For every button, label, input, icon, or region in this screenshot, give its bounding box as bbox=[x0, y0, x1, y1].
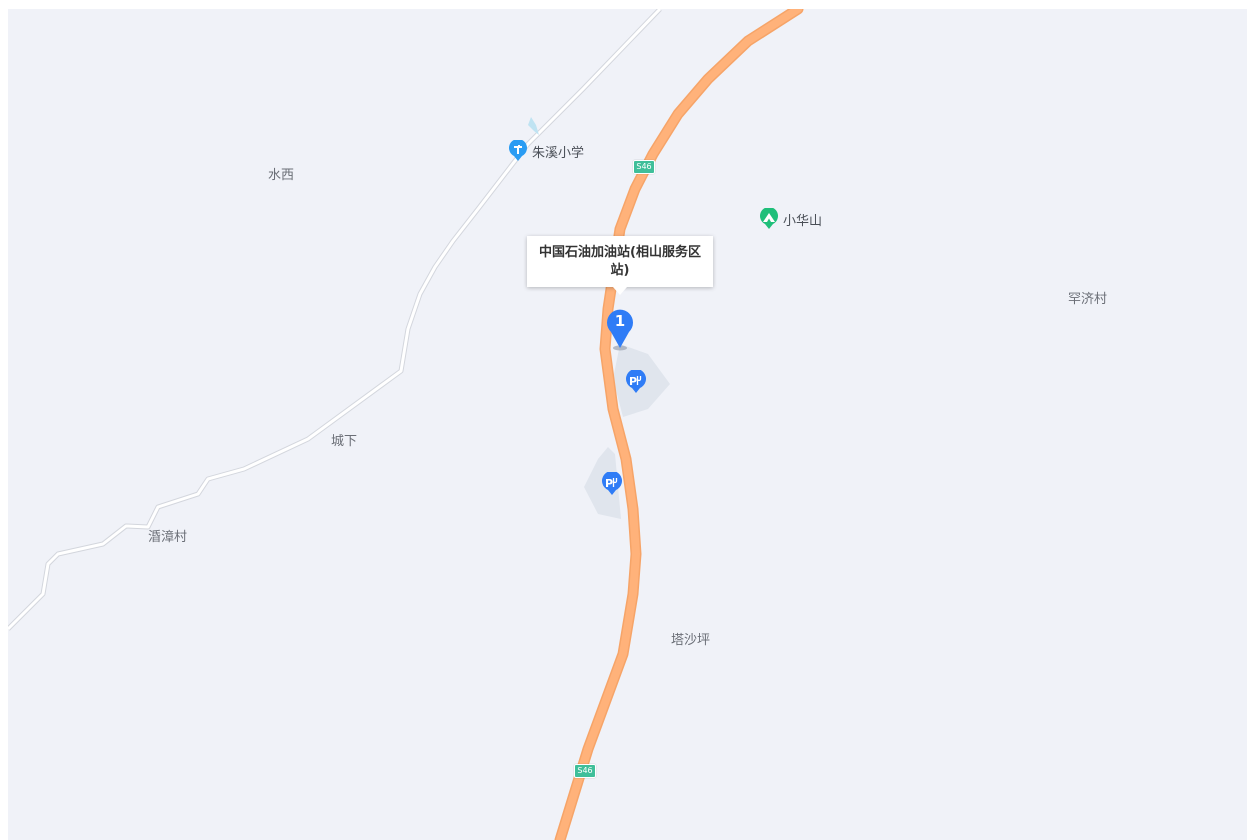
poi-label: 小华山 bbox=[783, 213, 823, 229]
road-shield-s46: S46 bbox=[633, 160, 655, 174]
marker-infowindow[interactable]: 中国石油加油站(相山服务区站) bbox=[527, 236, 713, 295]
poi-label: 朱溪小学 bbox=[532, 145, 585, 161]
poi-zhuxi-school[interactable]: 朱溪小学 bbox=[508, 140, 584, 162]
infowindow-title: 中国石油加油站(相山服务区站) bbox=[539, 245, 701, 278]
map-base-layer bbox=[8, 9, 804, 840]
mountain-icon bbox=[760, 208, 778, 229]
place-label-junjicun[interactable]: 罕济村 bbox=[1068, 292, 1107, 308]
parking-service-icon[interactable]: P bbox=[625, 370, 647, 394]
school-icon bbox=[509, 140, 527, 161]
place-label-shuixi[interactable]: 水西 bbox=[268, 168, 294, 184]
place-label-tashaping[interactable]: 塔沙坪 bbox=[671, 633, 710, 649]
svg-text:P: P bbox=[629, 375, 637, 388]
place-label-sizhangcun[interactable]: 涽漳村 bbox=[148, 530, 187, 546]
marker-number: 1 bbox=[615, 312, 625, 330]
map-canvas[interactable]: S46 S46 水西 罕济村 城下 涽漳村 塔沙坪 朱溪小学 小华山 P P 中… bbox=[8, 9, 1247, 840]
location-marker-icon[interactable]: 1 bbox=[604, 304, 636, 352]
svg-text:P: P bbox=[605, 477, 613, 490]
minor-road bbox=[8, 9, 662, 631]
place-label-chengxia[interactable]: 城下 bbox=[331, 434, 357, 450]
water-feature bbox=[528, 117, 539, 135]
road-shield-s46: S46 bbox=[574, 764, 596, 778]
minor-road-casing bbox=[8, 9, 662, 631]
parking-service-icon[interactable]: P bbox=[601, 472, 623, 496]
poi-xiaohuashan[interactable]: 小华山 bbox=[759, 208, 822, 230]
highway-s46-casing bbox=[554, 9, 804, 840]
